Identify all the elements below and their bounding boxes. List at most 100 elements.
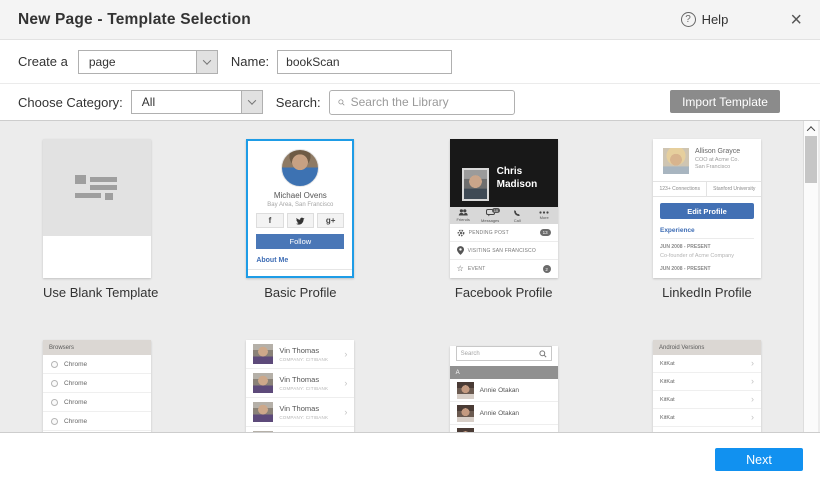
create-label: Create a (18, 54, 68, 69)
template-label: Facebook Profile (454, 285, 553, 300)
contacts-card[interactable]: Vin Thomas COMPANY: CITIBANK › Vin Thoma… (246, 340, 355, 432)
facebook-icon[interactable]: f (256, 213, 284, 228)
section-header: A (449, 366, 558, 379)
radio-icon[interactable] (51, 417, 58, 425)
gear-icon (457, 229, 465, 236)
contact-row[interactable]: Annie Otakan (449, 402, 558, 425)
help-button[interactable]: ? Help (680, 12, 729, 27)
facebook-profile-card[interactable]: Chris Madison Friends 10 Messages Call M… (449, 139, 558, 278)
category-select[interactable]: All (130, 90, 263, 114)
template-blank[interactable]: Use Blank Template (43, 139, 158, 300)
avatar (281, 149, 320, 187)
name-label: Name: (230, 54, 270, 69)
linkedin-profile-card[interactable]: Allison Grayce COO at Acme Co. San Franc… (652, 139, 761, 278)
mini-search-box[interactable]: Search (455, 346, 552, 361)
experience-role: Co-founder of Acme Company (659, 253, 734, 259)
event-row[interactable]: ☆ EVENT 2 (450, 260, 558, 278)
avatar (253, 344, 274, 364)
profile-location: San Francisco (694, 164, 731, 170)
template-contact-list[interactable]: Vin Thomas COMPANY: CITIBANK › Vin Thoma… (246, 340, 355, 432)
name-input[interactable] (277, 49, 453, 74)
scrollbar[interactable] (803, 121, 818, 432)
basic-profile-card[interactable]: Michael Ovens Bay Area, San Francisco f … (246, 139, 355, 278)
android-versions-card[interactable]: Android Versions KitKat › KitKat › KitKa… (652, 340, 761, 432)
radio-icon[interactable] (51, 398, 58, 406)
category-value: All (141, 95, 156, 109)
search-icon (338, 98, 345, 105)
radio-icon[interactable] (51, 379, 58, 387)
about-me-link[interactable]: About Me (256, 257, 344, 264)
list-item[interactable]: KitKat › (652, 373, 761, 391)
searchable-contacts-card[interactable]: Search A Annie Otakan Annie Otakan (449, 346, 558, 432)
placeholder-content-icon (75, 174, 119, 201)
template-label: LinkedIn Profile (662, 285, 752, 300)
blank-preview (43, 139, 151, 236)
template-android-versions[interactable]: Android Versions KitKat › KitKat › KitKa… (652, 340, 761, 432)
friends-button[interactable]: Friends (450, 207, 477, 224)
template-searchable-contacts[interactable]: Search A Annie Otakan Annie Otakan (449, 340, 558, 432)
contact-row[interactable]: Annie Otakan (450, 425, 558, 432)
edit-profile-button[interactable]: Edit Profile (659, 203, 754, 219)
close-icon[interactable]: × (790, 10, 802, 30)
list-item[interactable]: Chrome (43, 355, 151, 374)
create-row: Create a page Name: (0, 40, 820, 84)
chevron-right-icon: › (344, 406, 348, 417)
experience-date: JUN 2008 - PRESENT (659, 244, 711, 250)
radio-icon[interactable] (51, 360, 58, 368)
event-badge: 2 (542, 265, 551, 273)
follow-button[interactable]: Follow (256, 234, 345, 249)
list-item[interactable]: KitKat › (652, 391, 761, 409)
contact-row[interactable]: Vin Thomas COMPANY: CITIBANK › (246, 340, 355, 369)
list-item[interactable]: Chrome (43, 412, 151, 431)
experience-date: JUN 2008 - PRESENT (659, 266, 711, 272)
messages-button[interactable]: 10 Messages (477, 207, 504, 224)
template-linkedin-profile[interactable]: Allison Grayce COO at Acme Co. San Franc… (652, 139, 761, 300)
list-item[interactable]: Chrome (43, 393, 151, 412)
avatar (456, 381, 474, 399)
template-label: Basic Profile (264, 285, 337, 300)
search-input[interactable] (350, 95, 506, 109)
template-basic-profile[interactable]: Michael Ovens Bay Area, San Francisco f … (246, 139, 355, 300)
filter-row: Choose Category: All Search: Import Temp… (0, 84, 820, 120)
create-type-select[interactable]: page (77, 49, 218, 74)
list-item[interactable]: KitKat › (652, 355, 761, 373)
avatar (662, 148, 689, 174)
more-button[interactable]: More (531, 207, 558, 224)
chevron-right-icon: › (750, 394, 754, 404)
friends-icon (458, 209, 468, 216)
page-title: New Page - Template Selection (18, 10, 251, 28)
profile-name: Allison Grayce (694, 148, 741, 155)
avatar (253, 373, 274, 393)
pending-post-row[interactable]: PENDING POST 13 (449, 224, 558, 242)
visiting-row[interactable]: VISITING SAN FRANCISCO (449, 242, 558, 260)
scroll-up-button[interactable] (804, 121, 818, 136)
next-button[interactable]: Next (715, 448, 803, 471)
contact-row[interactable]: Annie Otakan (449, 379, 558, 402)
facebook-toolbar: Friends 10 Messages Call More (449, 207, 558, 224)
more-icon (539, 211, 549, 214)
contact-row[interactable]: Vin Thomas COMPANY: CITIBANK › (246, 398, 355, 427)
chevron-down-icon (240, 91, 262, 113)
scrollbar-thumb[interactable] (805, 136, 817, 183)
list-item[interactable]: Chrome (43, 374, 151, 393)
connections-cell: 123+ Connections (653, 182, 708, 196)
template-browsers-list[interactable]: Browsers Chrome Chrome Chrome Chrome Chr… (43, 340, 151, 432)
list-item[interactable]: KitKat › (652, 409, 761, 427)
search-icon (539, 349, 547, 357)
help-label: Help (701, 12, 729, 27)
browsers-card[interactable]: Browsers Chrome Chrome Chrome Chrome Chr… (43, 340, 151, 432)
facebook-header: Chris Madison (449, 139, 558, 207)
google-plus-icon[interactable]: g+ (316, 213, 345, 228)
star-icon: ☆ (456, 264, 464, 273)
avatar (456, 404, 474, 422)
divider (248, 269, 353, 270)
twitter-icon[interactable] (286, 213, 314, 228)
chevron-right-icon: › (344, 377, 348, 388)
blank-template-card[interactable] (43, 139, 151, 278)
import-template-button[interactable]: Import Template (670, 90, 780, 113)
chevron-down-icon (195, 50, 217, 73)
contact-row[interactable]: Vin Thomas COMPANY: CITIBANK › (246, 369, 355, 398)
call-button[interactable]: Call (504, 207, 531, 224)
template-facebook-profile[interactable]: Chris Madison Friends 10 Messages Call M… (449, 139, 558, 300)
template-grid: Use Blank Template Michael Ovens Bay Are… (0, 120, 820, 433)
